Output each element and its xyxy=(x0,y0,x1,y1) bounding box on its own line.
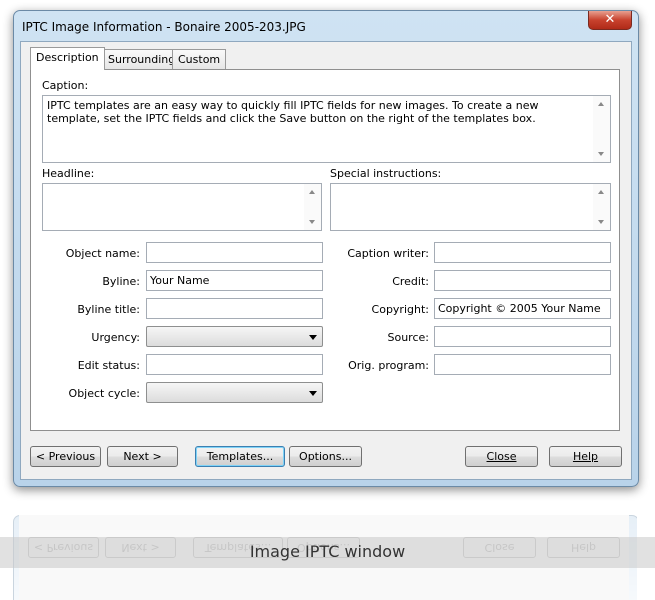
iptc-dialog-window: IPTC Image Information - Bonaire 2005-20… xyxy=(13,10,639,487)
image-caption: Image IPTC window xyxy=(249,542,406,561)
caption-text: IPTC templates are an easy way to quickl… xyxy=(47,99,539,125)
caption-scrollbar[interactable] xyxy=(593,96,610,162)
byline-title-field[interactable] xyxy=(146,298,323,319)
dialog-client-area: Description Surroundings Custom Caption:… xyxy=(20,41,632,480)
description-panel: Caption: IPTC templates are an easy way … xyxy=(30,69,620,431)
headline-label: Headline: xyxy=(42,167,95,180)
caption-writer-field[interactable] xyxy=(434,242,611,263)
special-instructions-scrollbar[interactable] xyxy=(593,184,610,230)
scroll-down-icon[interactable] xyxy=(598,152,604,156)
source-label: Source: xyxy=(387,331,430,344)
headline-scrollbar[interactable] xyxy=(304,184,321,230)
edit-status-field[interactable] xyxy=(146,354,323,375)
chevron-down-icon[interactable] xyxy=(309,391,317,396)
scroll-up-icon[interactable] xyxy=(598,190,604,194)
byline-field[interactable]: Your Name xyxy=(146,270,323,291)
copyright-field[interactable]: Copyright © 2005 Your Name xyxy=(434,298,611,319)
caption-label: Caption: xyxy=(42,79,89,92)
special-instructions-label: Special instructions: xyxy=(330,167,442,180)
tab-description[interactable]: Description xyxy=(30,47,105,70)
scroll-down-icon[interactable] xyxy=(598,220,604,224)
urgency-label: Urgency: xyxy=(91,331,140,344)
close-button-label: Close xyxy=(486,450,517,463)
object-cycle-select[interactable] xyxy=(146,382,323,403)
scroll-down-icon[interactable] xyxy=(309,220,315,224)
title-bar[interactable]: IPTC Image Information - Bonaire 2005-20… xyxy=(14,11,638,41)
source-field[interactable] xyxy=(434,326,611,347)
next-button[interactable]: Next > xyxy=(107,446,178,467)
templates-button[interactable]: Templates... xyxy=(195,446,285,467)
close-button[interactable]: Close xyxy=(465,446,538,467)
orig-program-field[interactable] xyxy=(434,354,611,375)
edit-status-label: Edit status: xyxy=(77,359,140,372)
object-name-label: Object name: xyxy=(65,247,140,260)
headline-textarea[interactable] xyxy=(42,183,322,231)
chevron-down-icon[interactable] xyxy=(309,335,317,340)
orig-program-label: Orig. program: xyxy=(348,359,429,372)
special-instructions-textarea[interactable] xyxy=(330,183,611,231)
caption-textarea[interactable]: IPTC templates are an easy way to quickl… xyxy=(42,95,611,163)
options-button[interactable]: Options... xyxy=(289,446,362,467)
scroll-up-icon[interactable] xyxy=(598,102,604,106)
previous-button[interactable]: < Previous xyxy=(30,446,101,467)
byline-title-label: Byline title: xyxy=(77,303,140,316)
tab-custom[interactable]: Custom xyxy=(172,49,227,69)
byline-label: Byline: xyxy=(102,275,140,288)
object-name-field[interactable] xyxy=(146,242,323,263)
help-button[interactable]: Help xyxy=(549,446,622,467)
window-title: IPTC Image Information - Bonaire 2005-20… xyxy=(22,20,306,34)
credit-field[interactable] xyxy=(434,270,611,291)
copyright-label: Copyright: xyxy=(371,303,429,316)
close-window-button[interactable]: ✕ xyxy=(588,11,632,30)
help-button-label: Help xyxy=(572,450,599,463)
urgency-select[interactable] xyxy=(146,326,323,347)
credit-label: Credit: xyxy=(392,275,429,288)
caption-writer-label: Caption writer: xyxy=(347,247,429,260)
object-cycle-label: Object cycle: xyxy=(68,387,140,400)
scroll-up-icon[interactable] xyxy=(309,190,315,194)
